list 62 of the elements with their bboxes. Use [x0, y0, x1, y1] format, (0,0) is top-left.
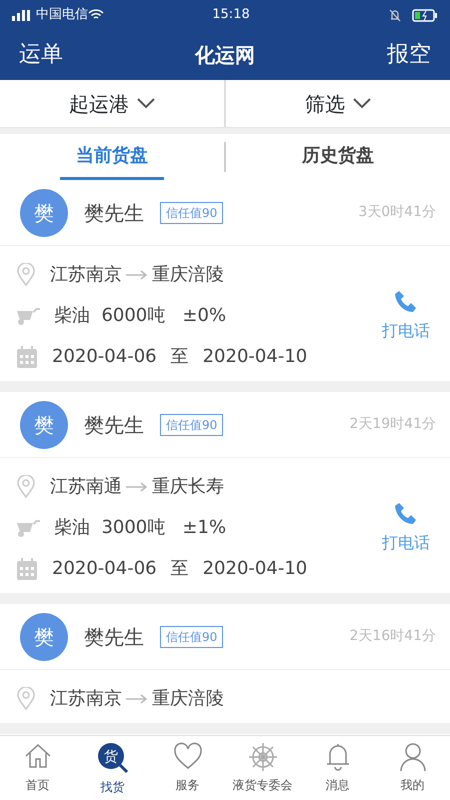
filter-dropdown[interactable]: 筛选 [304, 88, 372, 120]
signal-icon [12, 9, 32, 21]
nav-tab[interactable]: 服务 [150, 736, 225, 800]
location-icon [16, 686, 36, 710]
start-date: 2020-04-06 [52, 557, 157, 581]
status-time: 15:18 [212, 6, 250, 24]
tab[interactable]: 当前货盘 [60, 134, 164, 180]
user-icon [398, 742, 428, 772]
contact-name: 樊先生 [84, 200, 144, 226]
trust-score: 信任值90 [160, 202, 224, 224]
origin: 江苏南通 [50, 475, 122, 499]
avatar: 樊 [20, 188, 68, 236]
chevron-down-icon [353, 98, 371, 109]
location-icon [16, 262, 36, 286]
chevron-down-icon [137, 98, 155, 109]
phone-icon [393, 288, 419, 314]
report-link[interactable]: 报空 [386, 38, 432, 72]
start-date: 2020-04-06 [52, 345, 157, 369]
waybill-link[interactable]: 运单 [18, 38, 64, 72]
cargo-info: 柴油 6000吨 ±0% [54, 304, 226, 328]
phone-icon [393, 500, 419, 526]
nav-tab[interactable]: 液货专委会 [225, 736, 300, 800]
origin: 江苏南京 [50, 687, 122, 711]
date-separator: 至 [170, 345, 189, 369]
origin: 江苏南京 [50, 263, 122, 287]
app-title: 化运网 [195, 42, 255, 69]
location-icon [16, 474, 36, 498]
nav-tab[interactable]: 首页 [0, 736, 75, 800]
destination: 重庆涪陵 [152, 263, 224, 287]
time-remaining: 2天16时41分 [349, 627, 436, 646]
avatar: 樊 [20, 400, 68, 448]
time-remaining: 2天19时41分 [349, 415, 436, 434]
time-remaining: 3天0时41分 [358, 203, 436, 222]
trust-score: 信任值90 [160, 626, 224, 648]
wheel-icon [248, 742, 278, 772]
end-date: 2020-04-10 [202, 345, 308, 369]
battery-icon [412, 8, 438, 22]
destination: 重庆长寿 [152, 475, 224, 499]
wifi-icon [88, 9, 104, 21]
arrow-right-icon [126, 270, 148, 280]
contact-name: 樊先生 [84, 412, 144, 438]
nav-tab[interactable]: 我的 [375, 736, 450, 800]
cargo-info: 柴油 3000吨 ±1% [54, 516, 226, 540]
heart-icon [172, 742, 202, 772]
bell-off-icon [388, 8, 402, 22]
calendar-icon [16, 558, 38, 580]
nav-tab[interactable]: 货 找货 [75, 736, 150, 800]
arrow-right-icon [126, 482, 148, 492]
tab[interactable]: 历史货盘 [286, 134, 390, 180]
date-separator: 至 [170, 557, 189, 581]
trust-score: 信任值90 [160, 414, 224, 436]
carrier-name: 中国电信 [36, 6, 88, 24]
contact-name: 樊先生 [84, 624, 144, 650]
avatar: 樊 [20, 612, 68, 660]
destination: 重庆涪陵 [152, 687, 224, 711]
filter-dropdown[interactable]: 起运港 [68, 88, 156, 120]
cart-icon [16, 518, 40, 536]
nav-tab[interactable]: 消息 [300, 736, 375, 800]
arrow-right-icon [126, 694, 148, 704]
cart-icon [16, 306, 40, 324]
end-date: 2020-04-10 [202, 557, 308, 581]
calendar-icon [16, 346, 38, 368]
